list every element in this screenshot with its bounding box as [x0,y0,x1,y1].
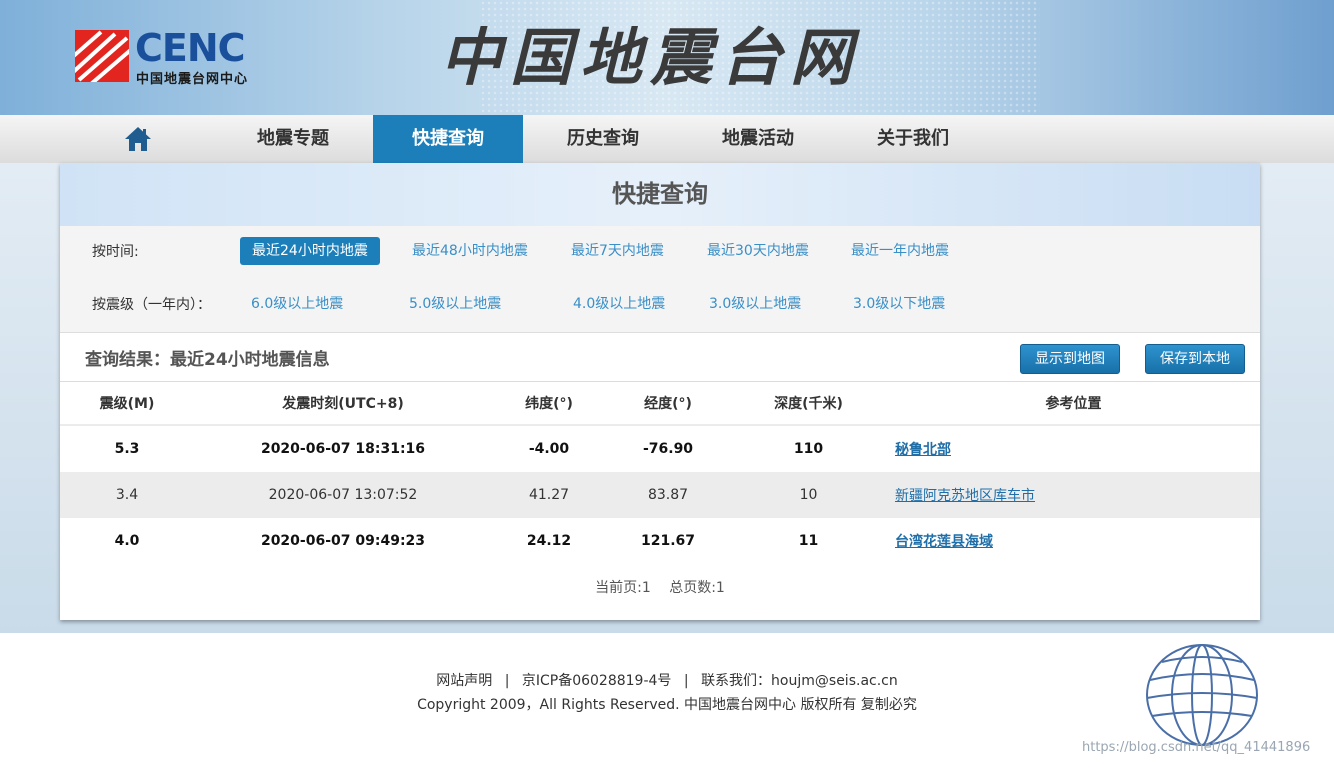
filter-mag-3-below[interactable]: 3.0级以下地震 [853,290,945,318]
save-local-button[interactable]: 保存到本地 [1145,344,1245,374]
nav-item-quick-query[interactable]: 快捷查询 [373,115,523,163]
cell-latitude: -4.00 [528,441,570,457]
filter-mag-4[interactable]: 4.0级以上地震 [573,290,665,318]
cell-depth: 10 [730,472,887,518]
globe-logo-icon [1146,644,1258,746]
logo-subtitle: 中国地震台网中心 [136,72,249,87]
main-nav: 地震专题 快捷查询 历史查询 地震活动 关于我们 [0,115,1334,164]
magnitude-filter-label: 按震级（一年内）： [92,297,211,313]
location-link[interactable]: 台湾花莲县海域 [895,534,993,550]
site-header: CENC 中国地震台网中心 中国地震台网 [0,0,1334,115]
footer-statement-link[interactable]: 网站声明 [436,673,492,689]
nav-item-seismic-activity[interactable]: 地震活动 [683,115,833,163]
col-latitude: 纬度(°) [492,382,606,426]
cell-longitude: 121.67 [640,533,696,549]
cell-depth: 110 [793,441,824,457]
quick-query-panel: 快捷查询 按时间: 最近24小时内地震 最近48小时内地震 最近7天内地震 最近… [60,163,1260,620]
site-title: 中国地震台网 [440,21,861,94]
filter-1y[interactable]: 最近一年内地震 [851,237,949,265]
time-filter-label: 按时间: [92,244,139,260]
result-title: 查询结果：最近24小时地震信息 [85,350,330,370]
cell-longitude: 83.87 [606,472,730,518]
footer-copyright: Copyright 2009，All Rights Reserved. 中国地震… [417,697,917,713]
cell-magnitude: 3.4 [60,472,194,518]
cell-depth: 11 [798,533,819,549]
show-map-button[interactable]: 显示到地图 [1020,344,1120,374]
filter-area: 按时间: 最近24小时内地震 最近48小时内地震 最近7天内地震 最近30天内地… [60,226,1260,333]
filter-24h[interactable]: 最近24小时内地震 [240,237,380,265]
nav-item-about-us[interactable]: 关于我们 [838,115,988,163]
table-row: 4.0 2020-06-07 09:49:23 24.12 121.67 11 … [60,518,1260,564]
table-row: 3.4 2020-06-07 13:07:52 41.27 83.87 10 新… [60,472,1260,518]
cell-magnitude: 4.0 [114,533,140,549]
csdn-watermark: https://blog.csdn.net/qq_41441896 [1082,740,1311,755]
cenc-logo-mark-icon [75,30,129,82]
filter-mag-3-above[interactable]: 3.0级以上地震 [709,290,801,318]
location-link[interactable]: 新疆阿克苏地区库车市 [895,488,1035,504]
location-link[interactable]: 秘鲁北部 [895,442,951,458]
table-row: 5.3 2020-06-07 18:31:16 -4.00 -76.90 110… [60,425,1260,472]
cell-latitude: 41.27 [492,472,606,518]
col-time: 发震时刻(UTC+8) [194,382,492,426]
cell-latitude: 24.12 [526,533,572,549]
logo-text: CENC [135,26,246,70]
filter-48h[interactable]: 最近48小时内地震 [412,237,528,265]
nav-item-history-query[interactable]: 历史查询 [528,115,678,163]
filter-mag-6[interactable]: 6.0级以上地震 [251,290,343,318]
cell-longitude: -76.90 [642,441,694,457]
cell-time: 2020-06-07 18:31:16 [260,441,426,457]
footer-separator: | [683,673,689,689]
panel-title: 快捷查询 [60,163,1260,226]
footer-links: 网站声明 | 京ICP备06028819-4号 | 联系我们：houjm@sei… [0,670,1334,690]
cell-time: 2020-06-07 09:49:23 [260,533,426,549]
filter-7d[interactable]: 最近7天内地震 [571,237,664,265]
col-magnitude: 震级(M) [60,382,194,426]
footer-contact[interactable]: 联系我们：houjm@seis.ac.cn [701,673,898,689]
col-depth: 深度(千米) [730,382,887,426]
pager-total: 总页数:1 [669,580,725,596]
cell-location: 台湾花莲县海域 [887,518,1260,564]
pager-current: 当前页:1 [595,580,651,596]
nav-home[interactable] [112,115,164,163]
col-longitude: 经度(°) [606,382,730,426]
result-header: 查询结果：最近24小时地震信息 显示到地图 保存到本地 [60,333,1260,382]
pager: 当前页:1 总页数:1 [60,577,1260,597]
cell-location: 秘鲁北部 [887,425,1260,472]
footer-icp-link[interactable]: 京ICP备06028819-4号 [522,673,672,689]
earthquake-table: 震级(M) 发震时刻(UTC+8) 纬度(°) 经度(°) 深度(千米) 参考位… [60,382,1260,564]
cell-magnitude: 5.3 [114,441,140,457]
cenc-logo[interactable]: CENC 中国地震台网中心 [75,28,285,88]
cell-time: 2020-06-07 13:07:52 [194,472,492,518]
col-location: 参考位置 [887,382,1260,426]
table-header-row: 震级(M) 发震时刻(UTC+8) 纬度(°) 经度(°) 深度(千米) 参考位… [60,382,1260,426]
footer-separator: | [504,673,510,689]
filter-30d[interactable]: 最近30天内地震 [707,237,809,265]
filter-mag-5[interactable]: 5.0级以上地震 [409,290,501,318]
home-icon [125,127,151,151]
nav-item-earthquake-topics[interactable]: 地震专题 [218,115,368,163]
cell-location: 新疆阿克苏地区库车市 [887,472,1260,518]
